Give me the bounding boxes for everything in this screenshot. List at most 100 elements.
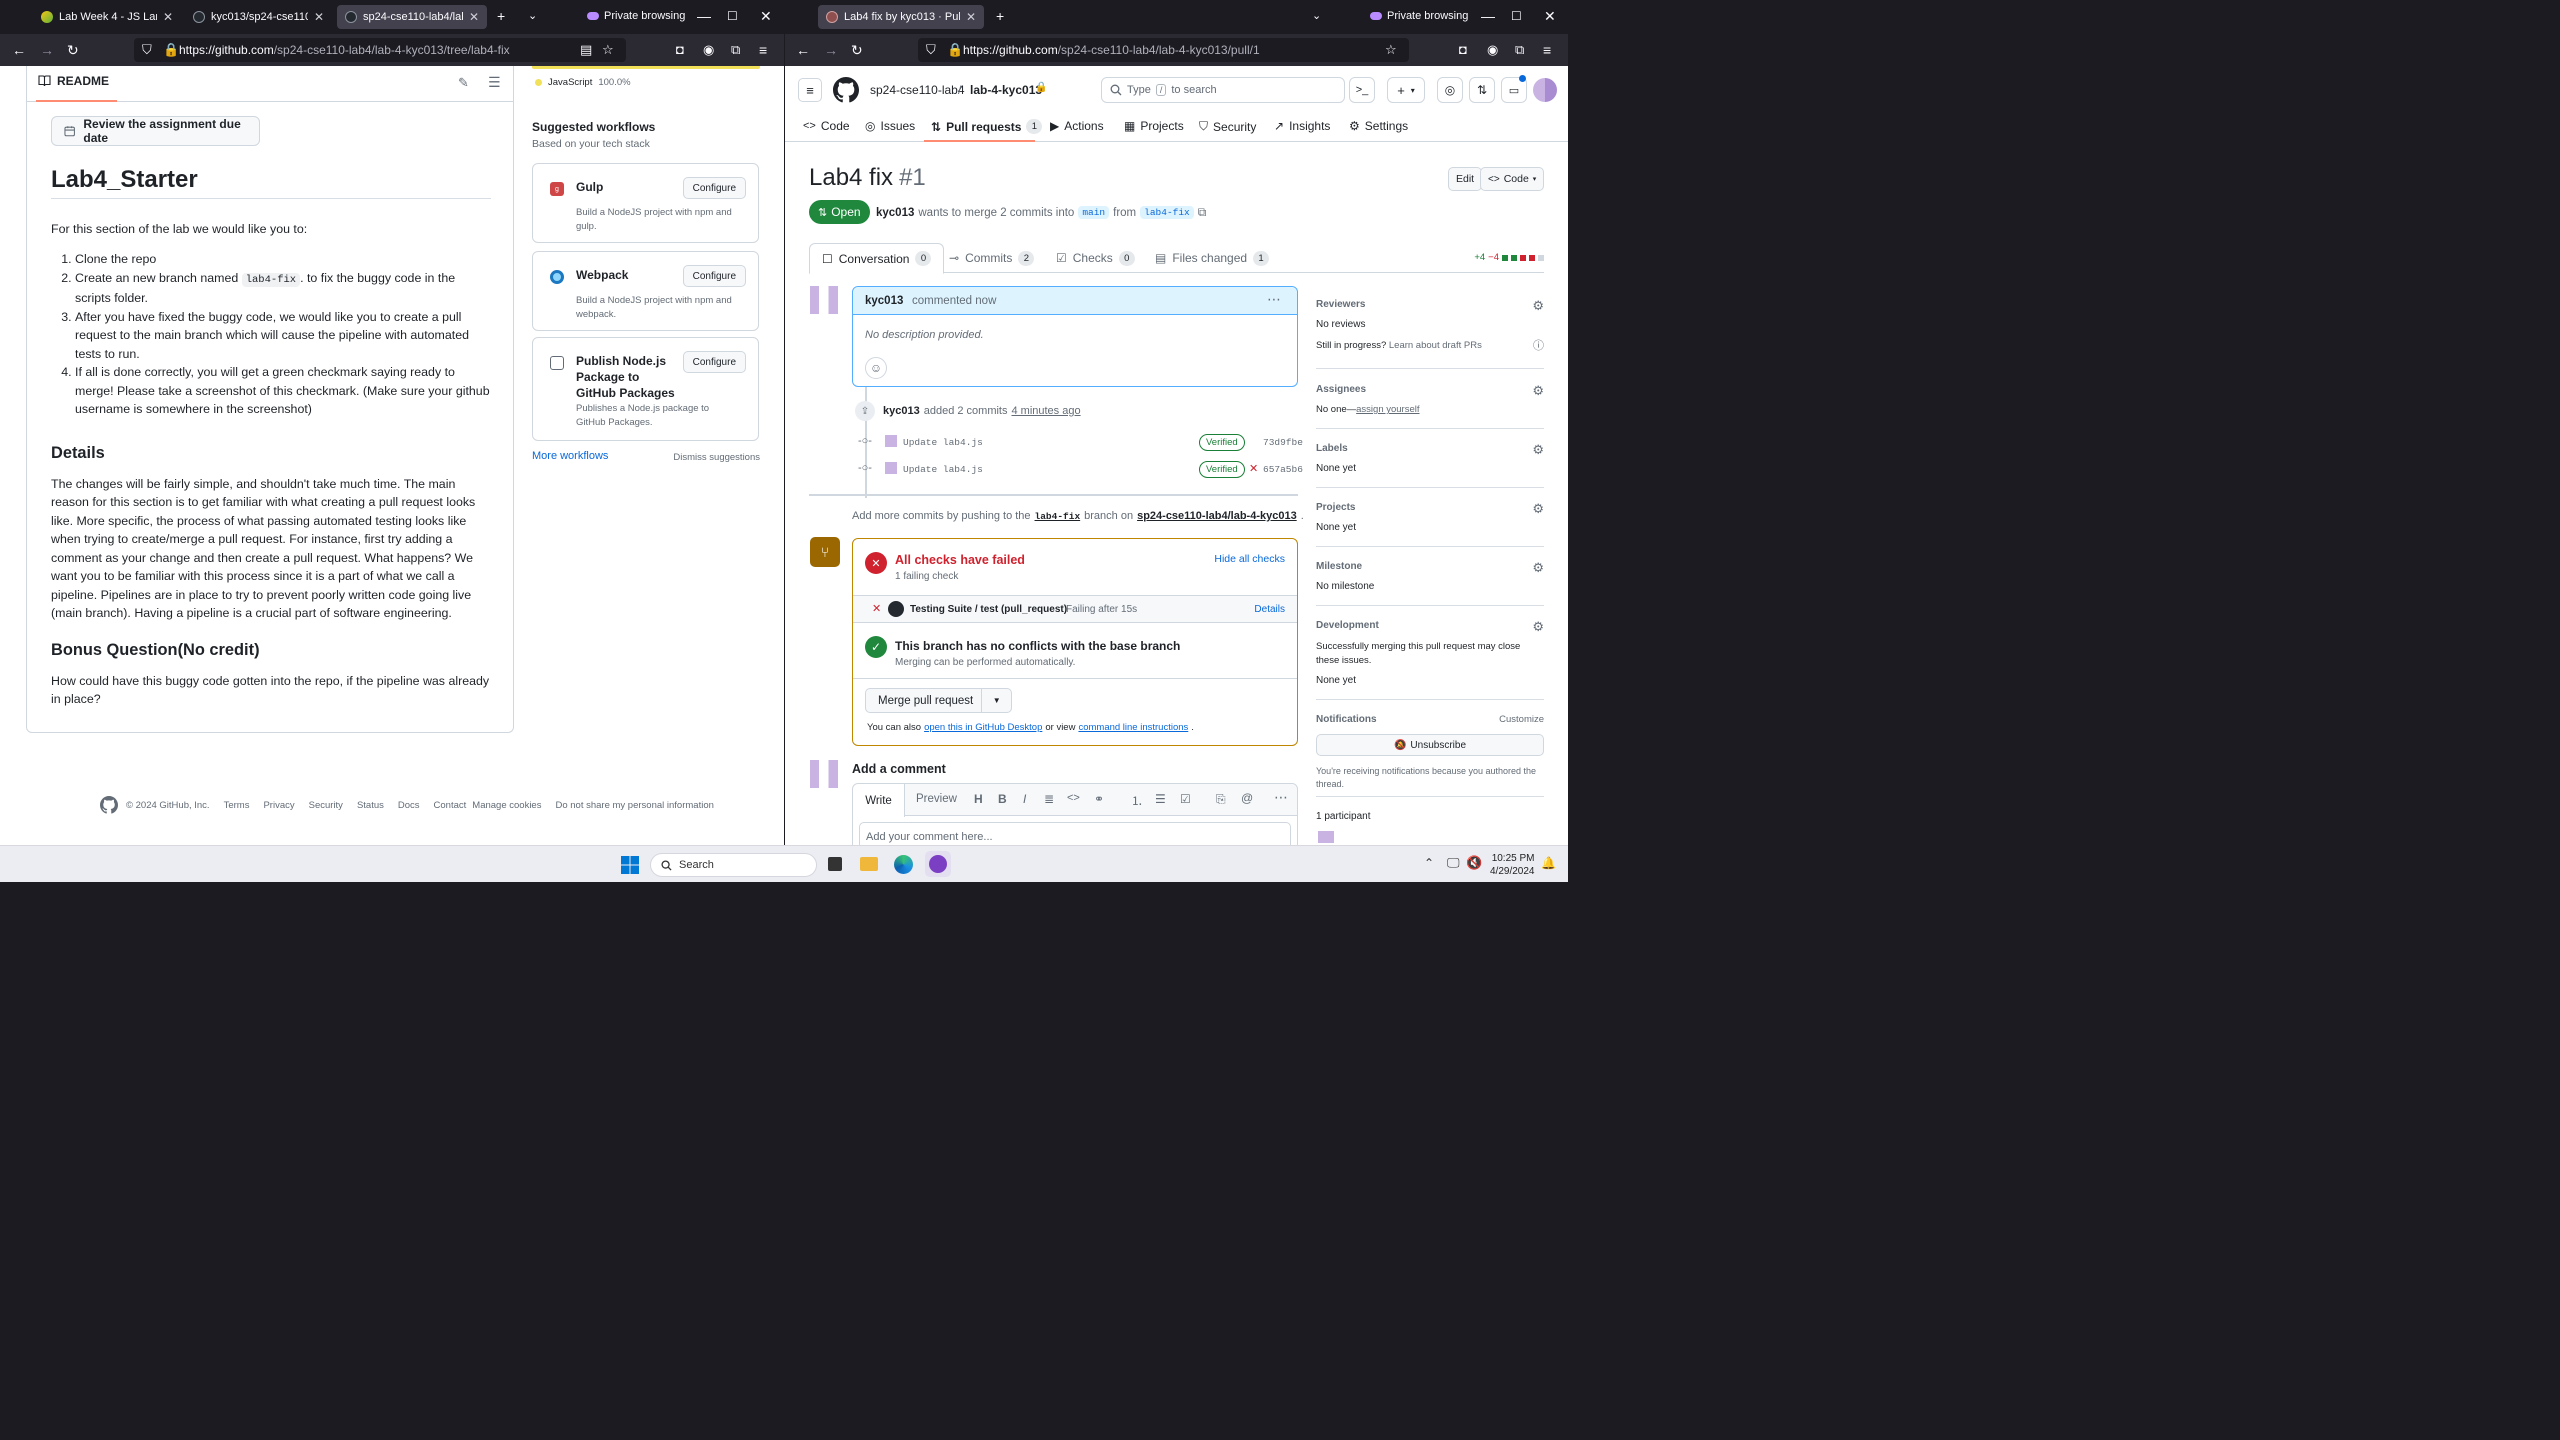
footer-link[interactable]: Do not share my personal information [555,800,713,811]
tab-conversation[interactable]: ☐ Conversation 0 [809,243,945,274]
language-item[interactable]: JavaScript 100.0% [535,77,631,88]
close-tab-icon[interactable]: ✕ [966,10,976,24]
footer-link[interactable]: Manage cookies [472,800,541,811]
maximize-icon[interactable]: ☐ [727,8,738,24]
footer-link[interactable]: Docs [398,800,420,811]
repo-link[interactable]: lab-4-kyc013 [970,83,1042,97]
github-logo-icon[interactable] [833,77,859,103]
add-reaction-icon[interactable]: ☺ [865,357,887,379]
pocket-icon[interactable]: ◘ [676,42,684,58]
url-bar[interactable]: ⛉ 🔒 https://github.com/sp24-cse110-lab4/… [134,38,626,62]
head-branch[interactable]: lab4-fix [1035,511,1081,522]
commit-sha-link[interactable]: 73d9fbe [1263,437,1303,448]
tab-pull-requests[interactable]: ⇅ Pull requests 1 [931,119,1043,134]
issues-icon[interactable]: ◎ [1437,77,1463,103]
unsubscribe-button[interactable]: 🔕 Unsubscribe [1316,734,1544,756]
close-window-icon[interactable]: ✕ [760,8,772,24]
menu-icon[interactable]: ≡ [759,42,767,58]
url-bar[interactable]: ⛉ 🔒 https://github.com/sp24-cse110-lab4/… [918,38,1409,62]
avatar[interactable] [1533,78,1557,102]
minimize-icon[interactable]: — [697,8,711,24]
back-icon[interactable]: ← [12,42,26,58]
command-palette-icon[interactable]: >_ [1349,77,1375,103]
tab-lab-4-repo[interactable]: sp24-cse110-lab4/lab-4-k ✕ [337,5,487,29]
pocket-icon[interactable]: ◘ [1459,42,1467,58]
avatar[interactable] [1318,831,1334,843]
link-icon[interactable]: ⚭ [1094,792,1104,806]
reload-icon[interactable]: ↻ [851,42,863,58]
copy-icon[interactable]: ⧉ [1198,205,1207,220]
create-new-dropdown[interactable]: + ▾ [1387,77,1425,103]
timestamp-link[interactable]: 4 minutes ago [1011,405,1080,417]
open-desktop-link[interactable]: open this in GitHub Desktop [924,722,1042,733]
tab-insights[interactable]: ↗ Insights [1274,119,1330,133]
close-tab-icon[interactable]: ✕ [469,10,479,24]
hamburger-menu-icon[interactable]: ≡ [798,78,822,102]
footer-link[interactable]: Privacy [263,800,294,811]
account-icon[interactable]: ◉ [703,42,714,58]
forward-icon[interactable]: → [824,42,838,58]
configure-button[interactable]: Configure [682,265,746,287]
tab-checks[interactable]: ☑ Checks 0 [1056,243,1135,273]
head-branch[interactable]: lab4-fix [1140,206,1194,219]
tab-kyc013-repo[interactable]: kyc013/sp24-cse110-lab4 ✕ [185,5,332,29]
reload-icon[interactable]: ↻ [67,42,79,58]
comment-textarea[interactable]: Add your comment here... [859,822,1291,845]
network-icon[interactable]: 🖵 [1447,855,1460,871]
taskbar-search[interactable]: Search [650,853,817,877]
gear-icon[interactable]: ⚙ [1532,560,1544,576]
merge-pull-request-button[interactable]: Merge pull request ▼ [865,688,1012,713]
quote-icon[interactable]: ≣ [1044,792,1054,806]
ordered-list-icon[interactable]: ⒈ [1131,792,1143,809]
bold-icon[interactable]: B [998,792,1007,806]
tab-code[interactable]: <> Code [803,119,850,133]
tab-issues[interactable]: ◎ Issues [865,119,915,133]
preview-tab[interactable]: Preview [916,793,957,805]
merge-method-dropdown-icon[interactable]: ▼ [981,689,1011,712]
footer-link[interactable]: Security [309,800,343,811]
footer-link[interactable]: Terms [224,800,250,811]
back-icon[interactable]: ← [796,42,810,58]
paperclip-icon[interactable]: ⎘ [1216,792,1226,807]
author-link[interactable]: kyc013 [883,405,920,417]
bookmark-star-icon[interactable]: ☆ [602,42,614,58]
file-explorer-icon[interactable] [860,857,878,871]
list-tabs-chevron-icon[interactable]: ⌄ [1312,8,1321,24]
edit-title-button[interactable]: Edit [1448,167,1483,191]
list-tabs-chevron-icon[interactable]: ⌄ [528,8,537,24]
repo-link[interactable]: sp24-cse110-lab4/lab-4-kyc013 [1137,510,1297,522]
extensions-icon[interactable]: ⧉ [1515,42,1524,58]
extensions-icon[interactable]: ⧉ [731,42,740,58]
code-dropdown-button[interactable]: <> Code ▾ [1480,167,1544,191]
taskbar-clock[interactable]: 10:25 PM 4/29/2024 [1490,852,1535,878]
close-window-icon[interactable]: ✕ [1544,8,1556,24]
x-fail-icon[interactable]: ✕ [1249,462,1258,475]
forward-icon[interactable]: → [40,42,54,58]
tab-security[interactable]: ⛉ Security [1199,119,1256,134]
footer-link[interactable]: Contact [434,800,467,811]
hide-all-checks-link[interactable]: Hide all checks [1214,553,1285,565]
tab-actions[interactable]: ▶ Actions [1050,119,1104,133]
close-tab-icon[interactable]: ✕ [314,10,324,24]
task-list-icon[interactable]: ☑ [1180,792,1191,806]
minimize-icon[interactable]: — [1481,8,1495,24]
unordered-list-icon[interactable]: ☰ [1155,792,1166,806]
gear-icon[interactable]: ⚙ [1532,298,1544,314]
org-link[interactable]: sp24-cse110-lab4 [870,83,965,97]
configure-button[interactable]: Configure [682,177,746,199]
bookmark-star-icon[interactable]: ☆ [1385,42,1397,58]
verified-badge[interactable]: Verified [1199,434,1245,451]
windows-start-icon[interactable] [621,856,639,874]
gear-icon[interactable]: ⚙ [1532,501,1544,517]
outline-list-icon[interactable]: ☰ [488,74,501,91]
info-icon[interactable]: ⓘ [1533,337,1544,353]
configure-button[interactable]: Configure [682,351,746,373]
volume-muted-icon[interactable]: 🔇 [1466,855,1482,871]
dismiss-suggestions-link[interactable]: Dismiss suggestions [673,452,760,463]
tab-settings[interactable]: ⚙ Settings [1349,119,1408,133]
gear-icon[interactable]: ⚙ [1532,619,1544,635]
notification-bell-icon[interactable]: 🔔 [1541,856,1556,870]
gear-icon[interactable]: ⚙ [1532,383,1544,399]
code-icon[interactable]: <> [1067,792,1080,804]
italic-icon[interactable]: I [1023,792,1026,806]
